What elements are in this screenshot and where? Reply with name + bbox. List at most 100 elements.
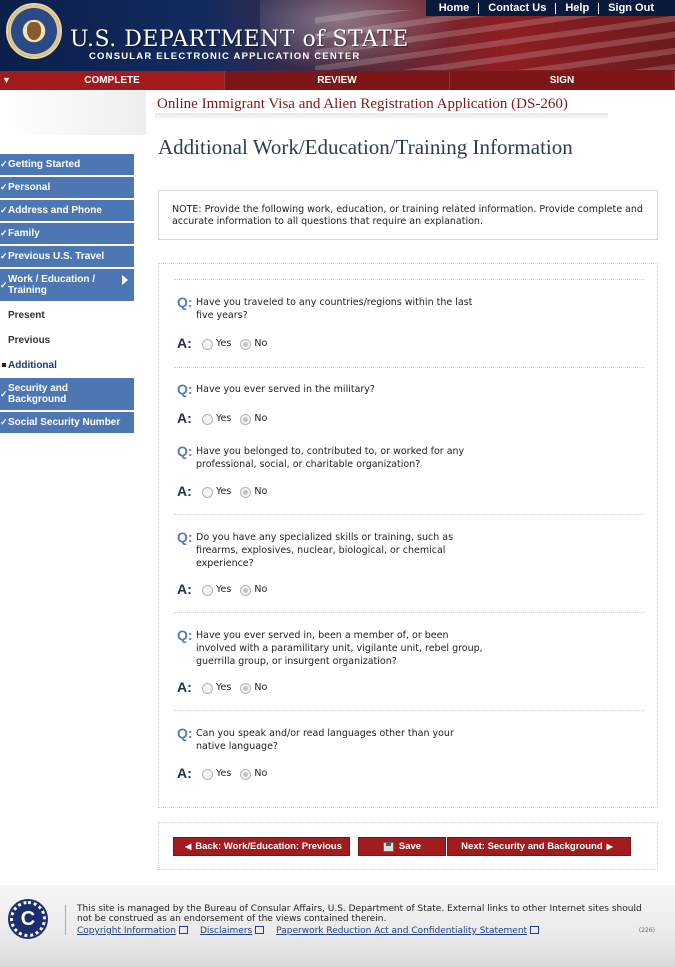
navigation-buttons-panel: ◀ Back: Work/Education: Previous Save Ne… (158, 822, 658, 870)
answer-marker: A: (177, 483, 192, 499)
no-label: No (254, 681, 268, 693)
check-icon: ✓ (0, 182, 8, 192)
question-line: experience? (196, 558, 254, 569)
question-marker: Q: (177, 294, 193, 310)
phase-review[interactable]: REVIEW (225, 71, 450, 90)
answer-row: A: Yes No (177, 679, 276, 695)
no-label: No (254, 337, 268, 349)
sidebar-navigation: ✓ Getting Started ✓ Personal ✓ Address a… (0, 154, 134, 435)
check-icon: ✓ (0, 159, 8, 169)
yes-radio[interactable] (202, 486, 213, 498)
sidebar-item-address-and-phone[interactable]: ✓ Address and Phone (0, 200, 134, 223)
question-block: Q: Have you traveled to any countries/re… (174, 279, 644, 367)
sidebar-item-label-line1: Security and (8, 383, 69, 394)
check-icon: ✓ (0, 251, 8, 261)
page-code: (226) (638, 927, 655, 934)
application-title-underline (155, 113, 608, 120)
sidebar-item-personal[interactable]: ✓ Personal (0, 177, 134, 200)
help-link[interactable]: Help (555, 2, 598, 14)
disclaimers-link[interactable]: Disclaimers (200, 925, 265, 936)
no-radio[interactable] (240, 584, 252, 596)
answer-row: A: Yes No (177, 410, 276, 426)
question-block: Q: Have you belonged to, contributed to,… (174, 427, 644, 514)
question-row: Q: Can you speak and/or read languages o… (177, 725, 496, 753)
sidebar-subitem-present[interactable]: Present (0, 303, 134, 328)
question-block: Q: Have you ever served in, been a membe… (174, 612, 644, 710)
yes-label: Yes (216, 583, 232, 595)
question-marker: Q: (177, 725, 193, 741)
question-line: involved with a paramilitary unit, vigil… (196, 643, 483, 654)
yes-radio[interactable] (202, 413, 213, 425)
questions-panel: Q: Have you traveled to any countries/re… (158, 263, 658, 808)
yes-radio[interactable] (202, 584, 213, 596)
phase-complete[interactable]: ▼ COMPLETE (0, 71, 225, 90)
caret-down-icon: ▼ (2, 75, 11, 85)
question-text: Do you have any specialized skills or tr… (196, 529, 496, 570)
answer-marker: A: (177, 679, 192, 695)
sidebar-item-social-security-number[interactable]: ✓ Social Security Number (0, 412, 134, 435)
home-link[interactable]: Home (430, 2, 479, 14)
footer-links: Copyright Information Disclaimers Paperw… (77, 925, 551, 936)
next-button[interactable]: Next: Security and Background ▶ (447, 837, 631, 856)
page-title: Additional Work/Education/Training Infor… (158, 135, 573, 159)
yes-radio[interactable] (202, 682, 213, 694)
sidebar-subitem-previous[interactable]: Previous (0, 328, 134, 353)
question-block: Q: Can you speak and/or read languages o… (174, 710, 644, 796)
no-radio[interactable] (240, 486, 252, 498)
sidebar-item-family[interactable]: ✓ Family (0, 223, 134, 246)
sidebar-item-previous-us-travel[interactable]: ✓ Previous U.S. Travel (0, 246, 134, 269)
no-radio[interactable] (240, 413, 252, 425)
back-button-label: Back: Work/Education: Previous (195, 841, 342, 852)
back-button[interactable]: ◀ Back: Work/Education: Previous (173, 837, 350, 856)
external-link-icon (255, 926, 265, 934)
no-label: No (254, 767, 268, 779)
no-radio[interactable] (240, 338, 252, 350)
no-radio[interactable] (240, 768, 252, 780)
sidebar-item-label: Social Security Number (8, 417, 121, 428)
question-marker: Q: (177, 381, 193, 397)
current-page-bullet-icon (2, 363, 6, 367)
question-marker: Q: (177, 443, 193, 459)
save-button-label: Save (398, 841, 422, 852)
no-radio[interactable] (240, 682, 252, 694)
footer-disclaimer: This site is managed by the Bureau of Co… (77, 904, 642, 924)
question-row: Q: Have you belonged to, contributed to,… (177, 443, 496, 471)
question-line: Have you traveled to any countries/regio… (196, 297, 473, 308)
question-line: Have you ever served in, been a member o… (196, 630, 449, 641)
copyright-information-link[interactable]: Copyright Information (77, 925, 188, 936)
check-icon: ✓ (0, 279, 8, 290)
link-label: Copyright Information (77, 926, 176, 936)
sidebar-item-getting-started[interactable]: ✓ Getting Started (0, 154, 134, 177)
sidebar-item-label: Previous U.S. Travel (8, 251, 105, 262)
paperwork-reduction-act-link[interactable]: Paperwork Reduction Act and Confidential… (276, 925, 540, 936)
sidebar-item-label-line2: Background (8, 394, 67, 405)
answer-row: A: Yes No (177, 335, 276, 351)
sidebar-item-work-education-training[interactable]: ✓ Work / Education / Training (0, 269, 134, 303)
sign-out-link[interactable]: Sign Out (598, 2, 663, 14)
sidebar-subitem-additional[interactable]: Additional (0, 353, 134, 378)
question-block: Q: Have you ever served in the military?… (174, 367, 644, 427)
check-icon: ✓ (0, 228, 8, 238)
right-arrow-icon: ▶ (606, 842, 613, 851)
yes-label: Yes (216, 485, 232, 497)
sidebar-item-label: Personal (8, 182, 51, 193)
check-icon: ✓ (0, 205, 8, 215)
contact-us-link[interactable]: Contact Us (478, 2, 555, 14)
yes-label: Yes (216, 681, 232, 693)
link-label: Paperwork Reduction Act and Confidential… (276, 926, 528, 936)
sidebar-item-label-line2: Training (8, 285, 47, 296)
no-label: No (254, 485, 268, 497)
sidebar-item-security-and-background[interactable]: ✓ Security and Background (0, 378, 134, 412)
question-line: native language? (196, 741, 278, 752)
state-department-seal-icon (6, 3, 62, 59)
instruction-note: NOTE: Provide the following work, educat… (158, 190, 658, 240)
agency-title: U.S. DEPARTMENT of STATE (70, 27, 409, 52)
phase-sign[interactable]: SIGN (450, 71, 675, 90)
left-arrow-icon: ◀ (185, 842, 192, 851)
yes-radio[interactable] (202, 768, 213, 780)
save-button[interactable]: Save (358, 837, 446, 856)
yes-radio[interactable] (202, 338, 213, 350)
answer-row: A: Yes No (177, 581, 276, 597)
question-line: firearms, explosives, nuclear, biologica… (196, 545, 446, 556)
footer-divider (65, 905, 66, 935)
